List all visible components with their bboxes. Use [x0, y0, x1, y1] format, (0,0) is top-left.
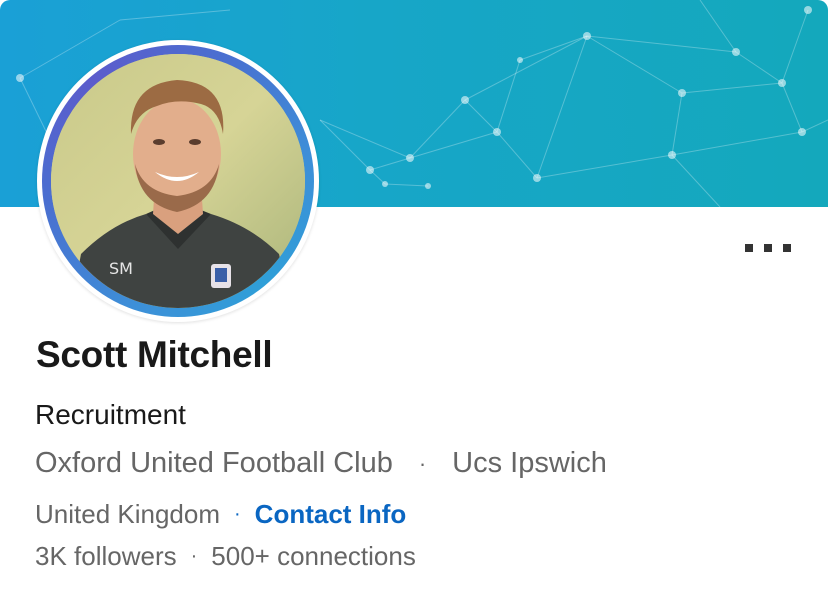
separator-dot: · — [418, 450, 427, 476]
separator-dot: · — [190, 545, 198, 567]
separator-dot: · — [234, 503, 241, 525]
more-horizontal-icon — [764, 244, 772, 252]
avatar-illustration: SM — [51, 54, 305, 308]
profile-photo[interactable]: SM — [51, 54, 305, 308]
more-actions-button[interactable] — [745, 240, 791, 256]
education-link[interactable]: Ucs Ipswich — [452, 447, 607, 480]
profile-photo-frame[interactable]: SM — [37, 40, 319, 322]
profile-card: SM Scott Mitchell Recruitment Oxford Uni… — [0, 0, 828, 594]
svg-text:SM: SM — [109, 259, 133, 278]
profile-location-row: United Kingdom · Contact Info — [35, 499, 406, 530]
more-horizontal-icon — [783, 244, 791, 252]
profile-stats-row: 3K followers · 500+ connections — [35, 541, 416, 572]
profile-name: Scott Mitchell — [36, 334, 273, 375]
profile-organizations: Oxford United Football Club · Ucs Ipswic… — [35, 447, 607, 480]
profile-headline: Recruitment — [35, 399, 186, 430]
contact-info-link[interactable]: Contact Info — [255, 499, 407, 530]
current-company-link[interactable]: Oxford United Football Club — [35, 447, 393, 480]
connections-count[interactable]: 500+ connections — [211, 541, 416, 572]
more-horizontal-icon — [745, 244, 753, 252]
location-text: United Kingdom — [35, 499, 220, 529]
followers-count[interactable]: 3K followers — [35, 541, 177, 572]
